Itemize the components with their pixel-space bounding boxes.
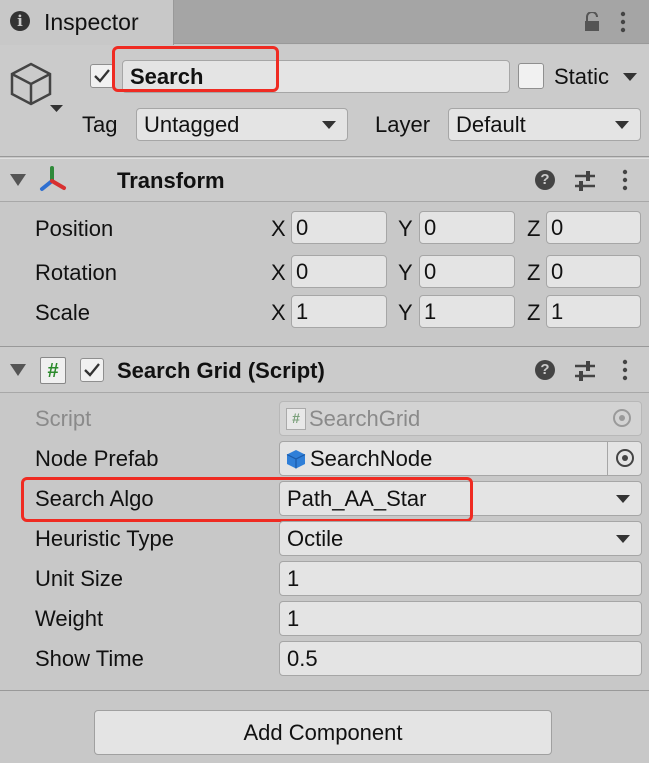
scale-label: Scale: [35, 300, 91, 325]
add-component-button[interactable]: Add Component: [94, 710, 552, 755]
object-picker-icon: [616, 449, 634, 467]
position-z-axis: Z: [527, 216, 541, 241]
scale-z-value: 1: [551, 298, 564, 324]
add-component-label: Add Component: [243, 719, 403, 745]
rotation-y-axis: Y: [398, 260, 413, 285]
chevron-down-icon: [615, 121, 629, 129]
gameobject-cube-icon[interactable]: [8, 60, 68, 115]
weight-input[interactable]: 1: [279, 601, 642, 636]
script-component-title: Search Grid (Script): [117, 358, 325, 383]
scale-y-input[interactable]: 1: [419, 295, 515, 328]
chevron-down-icon: [322, 121, 336, 129]
prefab-cube-icon: [286, 449, 306, 469]
position-x-input[interactable]: 0: [291, 211, 387, 244]
rotation-label: Rotation: [35, 260, 117, 285]
tag-value: Untagged: [144, 111, 240, 137]
inspector-tab[interactable]: i Inspector: [0, 0, 174, 45]
static-checkbox[interactable]: [518, 63, 544, 89]
chevron-down-icon: [616, 495, 630, 503]
position-y-axis: Y: [398, 216, 413, 241]
position-x-axis: X: [271, 216, 286, 241]
tag-dropdown[interactable]: Untagged: [136, 108, 348, 141]
rotation-x-input[interactable]: 0: [291, 255, 387, 288]
cs-script-icon: #: [286, 407, 306, 430]
transform-title: Transform: [117, 168, 225, 193]
tag-label: Tag: [82, 112, 118, 137]
rotation-z-axis: Z: [527, 260, 541, 285]
heuristic-type-dropdown[interactable]: Octile: [279, 521, 642, 556]
transform-axis-icon: [38, 166, 68, 194]
scale-z-axis: Z: [527, 300, 541, 325]
script-label: Script: [35, 406, 92, 431]
weight-value: 1: [287, 605, 300, 631]
position-z-value: 0: [551, 214, 564, 240]
position-y-input[interactable]: 0: [419, 211, 515, 244]
unit-size-label: Unit Size: [35, 566, 124, 591]
rotation-y-input[interactable]: 0: [419, 255, 515, 288]
weight-label: Weight: [35, 606, 104, 631]
object-picker-icon: [613, 409, 631, 427]
position-y-value: 0: [424, 214, 437, 240]
scale-y-value: 1: [424, 298, 437, 324]
component-divider: [0, 690, 649, 691]
search-algo-highlight-box: [21, 477, 473, 522]
node-prefab-label: Node Prefab: [35, 446, 159, 471]
rotation-x-axis: X: [271, 260, 286, 285]
context-menu-icon[interactable]: [618, 358, 632, 382]
context-menu-icon[interactable]: [618, 168, 632, 192]
help-icon[interactable]: ?: [535, 360, 555, 380]
component-enabled-checkbox[interactable]: [80, 358, 104, 382]
heuristic-type-label: Heuristic Type: [35, 526, 174, 551]
foldout-arrow-icon[interactable]: [10, 174, 26, 186]
layer-label: Layer: [375, 112, 431, 137]
show-time-input[interactable]: 0.5: [279, 641, 642, 676]
foldout-arrow-icon[interactable]: [10, 364, 26, 376]
lock-icon[interactable]: [584, 11, 600, 32]
cs-script-icon: #: [40, 357, 66, 384]
scale-x-axis: X: [271, 300, 286, 325]
tab-menu-icon[interactable]: [616, 10, 630, 34]
layer-dropdown[interactable]: Default: [448, 108, 641, 141]
active-checkbox[interactable]: [90, 64, 114, 88]
node-prefab-object-field[interactable]: SearchNode: [279, 441, 642, 476]
chevron-down-icon: [616, 535, 630, 543]
unit-size-input[interactable]: 1: [279, 561, 642, 596]
scale-y-axis: Y: [398, 300, 413, 325]
object-picker-button[interactable]: [607, 442, 641, 475]
position-x-value: 0: [296, 214, 309, 240]
help-icon[interactable]: ?: [535, 170, 555, 190]
static-label[interactable]: Static: [554, 64, 609, 90]
rotation-y-value: 0: [424, 258, 437, 284]
name-highlight-box: [112, 46, 279, 92]
unit-size-value: 1: [287, 565, 300, 591]
position-z-input[interactable]: 0: [546, 211, 641, 244]
heuristic-type-value: Octile: [287, 525, 344, 551]
script-value: SearchGrid: [309, 405, 421, 431]
layer-value: Default: [456, 111, 526, 137]
rotation-z-input[interactable]: 0: [546, 255, 641, 288]
show-time-value: 0.5: [287, 645, 318, 671]
preset-icon[interactable]: [573, 360, 597, 382]
rotation-z-value: 0: [551, 258, 564, 284]
preset-icon[interactable]: [573, 170, 597, 192]
node-prefab-value: SearchNode: [310, 445, 433, 471]
scale-z-input[interactable]: 1: [546, 295, 641, 328]
rotation-x-value: 0: [296, 258, 309, 284]
show-time-label: Show Time: [35, 646, 144, 671]
inspector-tab-title: Inspector: [44, 9, 139, 35]
info-icon: i: [10, 11, 30, 31]
static-dropdown-arrow[interactable]: [623, 73, 637, 81]
position-label: Position: [35, 216, 114, 241]
scale-x-value: 1: [296, 298, 309, 324]
script-object-field: # SearchGrid: [279, 401, 642, 436]
scale-x-input[interactable]: 1: [291, 295, 387, 328]
